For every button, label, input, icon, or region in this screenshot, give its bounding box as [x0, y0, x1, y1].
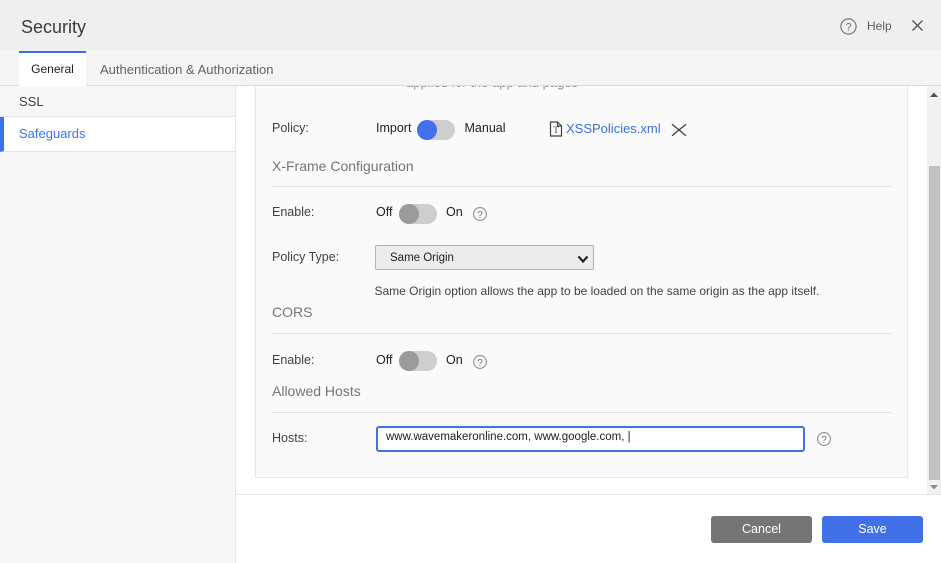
svg-text:?: ? — [821, 435, 827, 446]
svg-text:?: ? — [477, 357, 483, 368]
svg-text:T: T — [553, 125, 559, 135]
svg-text:?: ? — [477, 210, 483, 221]
svg-text:?: ? — [845, 21, 851, 33]
